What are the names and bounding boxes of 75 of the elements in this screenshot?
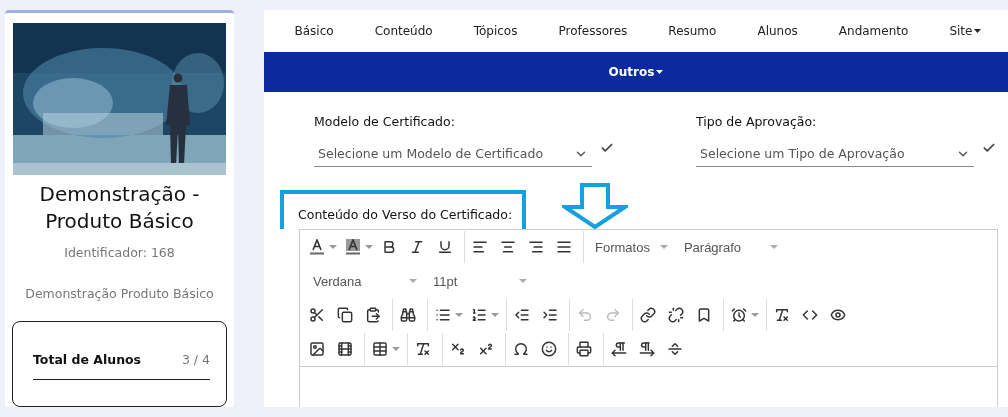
copy-icon: [337, 307, 353, 323]
outdent-icon: [514, 307, 530, 323]
nav-tab[interactable]: Resumo: [668, 24, 717, 38]
caret-icon: [974, 29, 982, 33]
caret-icon: [751, 313, 759, 317]
nav-tab[interactable]: Alunos: [757, 24, 798, 38]
caret-icon: [392, 347, 400, 351]
omega-icon: [513, 341, 529, 357]
highlight-color-icon: [345, 239, 361, 255]
clipboard-icon: [365, 307, 381, 323]
pilcrow-icon: [639, 341, 655, 357]
course-identifier: Identificador: 168: [64, 245, 175, 260]
smiley-icon: [541, 341, 557, 357]
page-break-icon: [667, 341, 683, 357]
bullet-list-icon: [435, 307, 451, 323]
field-label: Modelo de Certificado:: [314, 114, 456, 129]
caret-icon: [365, 245, 373, 249]
justify-icon: [556, 239, 572, 255]
undo-icon: [577, 307, 593, 323]
caret-icon: [409, 279, 417, 283]
code-icon: [802, 307, 818, 323]
caret-icon: [455, 313, 463, 317]
caret-icon: [519, 279, 527, 283]
film-icon: [337, 341, 353, 357]
align-left-icon: [472, 239, 488, 255]
caret-icon: [769, 245, 778, 249]
down-arrow-icon: [562, 183, 629, 229]
nav-tab[interactable]: Tópicos: [473, 24, 518, 38]
caret-icon: [656, 70, 664, 74]
field-label: Conteúdo do Verso do Certificado:: [298, 207, 513, 222]
indent-icon: [542, 307, 558, 323]
field-label: Tipo de Aprovação:: [696, 114, 818, 129]
eye-icon: [830, 307, 846, 323]
link-icon: [640, 307, 656, 323]
nav-tab[interactable]: Outros: [608, 65, 664, 79]
table-icon: [372, 341, 388, 357]
toolbar-dropdown[interactable]: Parágrafo: [675, 233, 786, 261]
image-icon: [309, 341, 325, 357]
course-description: Demonstração Produto Básico: [25, 286, 214, 301]
pilcrow-icon: [611, 341, 627, 357]
nav-tab[interactable]: Professores: [558, 24, 628, 38]
scissors-icon: [309, 307, 325, 323]
unlink-icon: [668, 307, 684, 323]
redo-icon: [605, 307, 621, 323]
align-right-icon: [528, 239, 544, 255]
nav-tab[interactable]: Conteúdo: [374, 24, 433, 38]
subscript-icon: [450, 341, 466, 357]
binoculars-icon: [400, 307, 416, 323]
text-color-icon: [309, 239, 325, 255]
numbered-list-icon: [471, 307, 487, 323]
alarm-clock-icon: [731, 307, 747, 323]
select-field[interactable]: Selecione um Modelo de Certificado: [314, 141, 592, 167]
align-center-icon: [500, 239, 516, 255]
stat-value: 3 / 4: [181, 352, 210, 367]
caret-icon: [491, 313, 499, 317]
toolbar-dropdown[interactable]: 11pt: [425, 267, 535, 295]
underline-icon: [437, 239, 453, 255]
stat-label: Total de Alunos: [33, 352, 142, 367]
nav-tab[interactable]: Andamento: [838, 24, 909, 38]
nav-tab[interactable]: Site: [949, 24, 982, 38]
clear-formatting-icon: [415, 341, 431, 357]
select-field[interactable]: Selecione um Tipo de Aprovação: [696, 141, 974, 167]
italic-icon: [409, 239, 425, 255]
clear-formatting-icon: [774, 307, 790, 323]
toolbar-dropdown[interactable]: Verdana: [305, 267, 425, 295]
rich-text-editor[interactable]: Formatos Parágrafo Verdana 11pt: [299, 229, 998, 407]
course-title: Demonstração - Produto Básico: [38, 181, 201, 235]
bold-icon: [381, 239, 397, 255]
toolbar-dropdown[interactable]: Formatos: [587, 233, 676, 261]
printer-icon: [576, 341, 592, 357]
bookmark-icon: [696, 307, 712, 323]
caret-icon: [329, 245, 337, 249]
nav-tab[interactable]: Básico: [294, 24, 334, 38]
caret-icon: [659, 245, 668, 249]
superscript-icon: [478, 341, 494, 357]
